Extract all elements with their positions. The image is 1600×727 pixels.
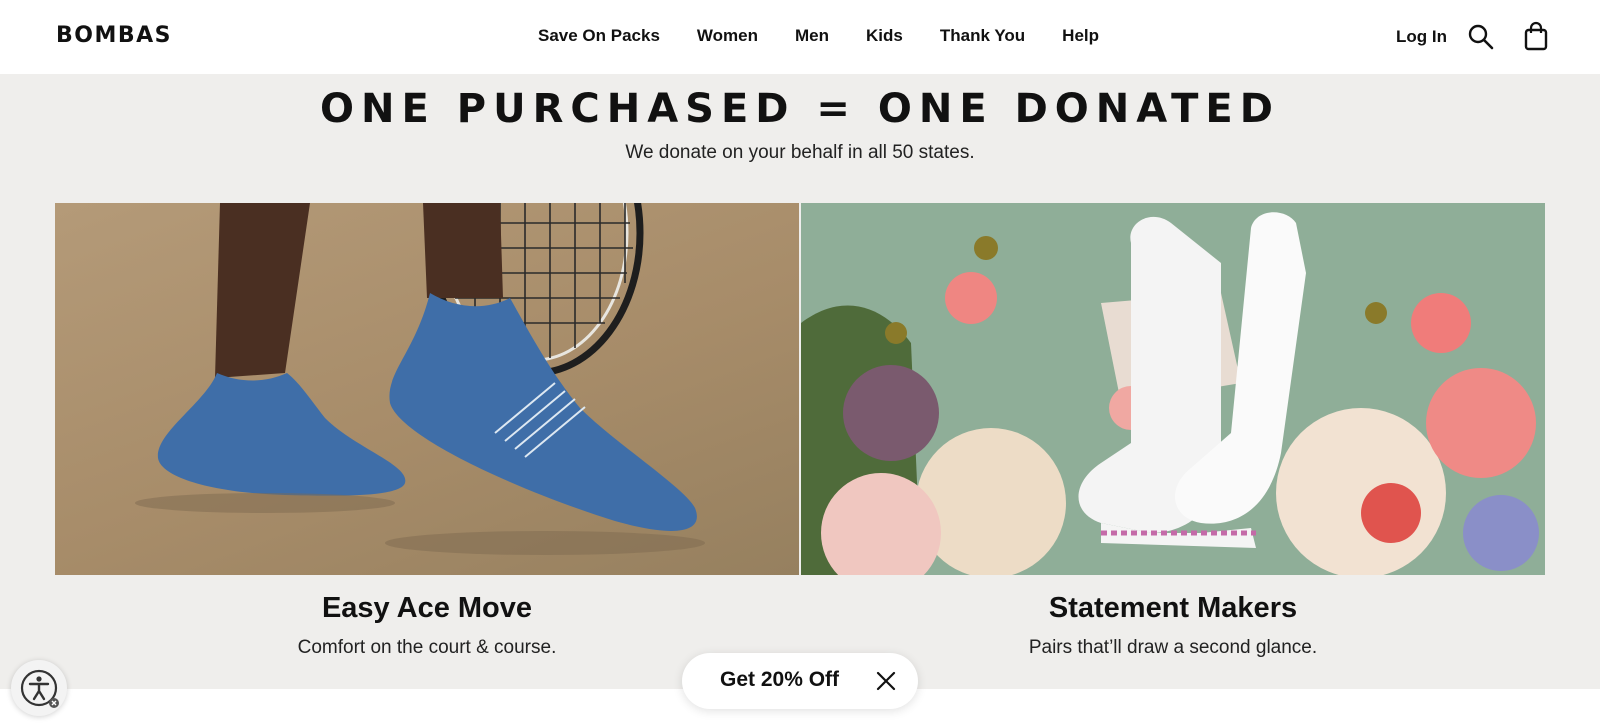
close-icon[interactable]	[874, 669, 898, 693]
nav-help[interactable]: Help	[1062, 26, 1099, 46]
card-title-statement-makers[interactable]: Statement Makers	[801, 592, 1545, 625]
bombas-logo[interactable]: BOMBAS	[56, 23, 172, 48]
easy-ace-move-image[interactable]	[55, 203, 799, 575]
flower-socks-photo	[801, 203, 1545, 575]
nav-men[interactable]: Men	[795, 26, 829, 46]
hero-subtitle: We donate on your behalf in all 50 state…	[625, 142, 975, 163]
accessibility-button[interactable]	[11, 660, 67, 716]
shopping-bag-icon[interactable]	[1523, 21, 1549, 51]
main-nav: Save On Packs Women Men Kids Thank You H…	[538, 26, 1136, 46]
promo-label[interactable]: Get 20% Off	[720, 668, 839, 692]
card-subtitle-easy-ace-move: Comfort on the court & course.	[297, 637, 557, 658]
search-icon[interactable]	[1467, 23, 1495, 51]
nav-kids[interactable]: Kids	[866, 26, 903, 46]
card-subtitle-statement-makers: Pairs that’ll draw a second glance.	[1028, 637, 1318, 658]
site-header: BOMBAS Save On Packs Women Men Kids Than…	[0, 0, 1600, 74]
nav-women[interactable]: Women	[697, 26, 758, 46]
accessibility-icon	[20, 669, 59, 708]
nav-save-on-packs[interactable]: Save On Packs	[538, 26, 660, 46]
statement-makers-image[interactable]	[801, 203, 1545, 575]
nav-thank-you[interactable]: Thank You	[940, 26, 1025, 46]
get-discount-popup[interactable]: Get 20% Off	[682, 653, 918, 709]
log-in-link[interactable]: Log In	[1396, 27, 1447, 47]
hero-title: ONE PURCHASED = ONE DONATED	[320, 86, 1280, 132]
card-title-easy-ace-move[interactable]: Easy Ace Move	[55, 592, 799, 625]
tennis-socks-photo	[135, 203, 705, 555]
